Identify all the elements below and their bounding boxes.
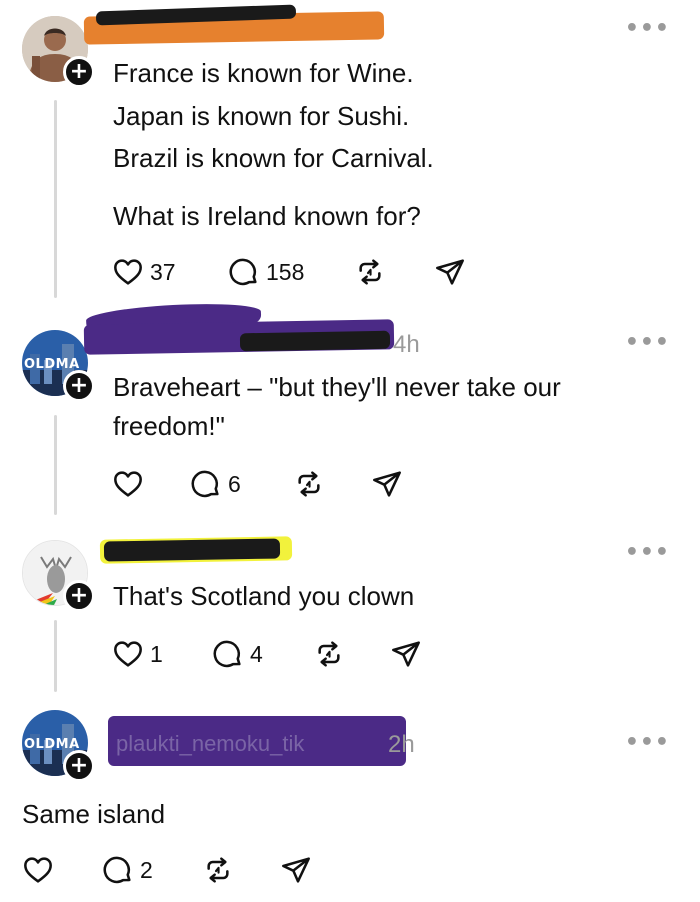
like-button[interactable]: 37 — [112, 256, 176, 288]
like-button[interactable] — [112, 468, 144, 500]
reply-button[interactable]: 2 — [102, 854, 153, 886]
repost-icon — [293, 468, 325, 500]
post-text-line: Same island — [22, 799, 166, 829]
follow-plus-icon[interactable]: + — [63, 580, 95, 612]
share-button[interactable] — [371, 468, 403, 500]
reply-count: 158 — [266, 258, 305, 285]
reply-count: 4 — [250, 640, 263, 667]
repost-button[interactable] — [293, 468, 325, 500]
send-icon — [280, 854, 312, 886]
more-options-icon[interactable]: ••• — [625, 732, 670, 754]
avatar-label: OLDMA — [24, 357, 80, 372]
comment-icon — [190, 468, 222, 500]
post-text-line: What is Ireland known for? — [113, 201, 421, 231]
comment-icon — [228, 256, 260, 288]
share-button[interactable] — [434, 256, 466, 288]
username-redaction — [103, 538, 281, 562]
post-text-line: Brazil is known for Carnival. — [113, 143, 434, 173]
repost-icon — [313, 638, 345, 670]
like-button[interactable]: 1 — [112, 638, 163, 670]
send-icon — [434, 256, 466, 288]
post-text-line: freedom!" — [113, 411, 225, 441]
reply-count: 2 — [140, 856, 153, 883]
reply-button[interactable]: 158 — [228, 256, 304, 288]
follow-plus-icon[interactable]: + — [63, 750, 95, 782]
heart-icon — [112, 468, 144, 500]
post-text-line: Japan is known for Sushi. — [113, 101, 410, 131]
reply-button[interactable]: 4 — [212, 638, 263, 670]
post-text-line: That's Scotland you clown — [113, 581, 415, 611]
send-icon — [371, 468, 403, 500]
like-count: 37 — [150, 258, 176, 285]
reply-button[interactable]: 6 — [190, 468, 241, 500]
share-button[interactable] — [390, 638, 422, 670]
comment-icon — [212, 638, 244, 670]
post-timestamp: 2h — [388, 731, 415, 758]
username[interactable]: plaukti_nemoku_tik — [116, 731, 304, 757]
repost-button[interactable] — [313, 638, 345, 670]
follow-plus-icon[interactable]: + — [63, 56, 95, 88]
thread-line — [54, 620, 57, 692]
like-count: 1 — [150, 640, 163, 667]
more-options-icon[interactable]: ••• — [625, 332, 670, 354]
follow-plus-icon[interactable]: + — [63, 370, 95, 402]
repost-button[interactable] — [354, 256, 386, 288]
post-text-line: France is known for Wine. — [113, 58, 414, 88]
post-timestamp: 4h — [393, 331, 420, 358]
reply-count: 6 — [228, 470, 241, 497]
post-text-line: Braveheart – "but they'll never take our — [113, 372, 561, 402]
like-button[interactable] — [22, 854, 54, 886]
thread-line — [54, 415, 57, 515]
repost-button[interactable] — [202, 854, 234, 886]
heart-icon — [112, 256, 144, 288]
send-icon — [390, 638, 422, 670]
avatar-label: OLDMA — [24, 737, 80, 752]
more-options-icon[interactable]: ••• — [625, 18, 670, 40]
username-redaction — [239, 330, 391, 352]
repost-icon — [354, 256, 386, 288]
repost-icon — [202, 854, 234, 886]
heart-icon — [22, 854, 54, 886]
thread-line — [54, 100, 57, 298]
comment-icon — [102, 854, 134, 886]
more-options-icon[interactable]: ••• — [625, 542, 670, 564]
heart-icon — [112, 638, 144, 670]
share-button[interactable] — [280, 854, 312, 886]
